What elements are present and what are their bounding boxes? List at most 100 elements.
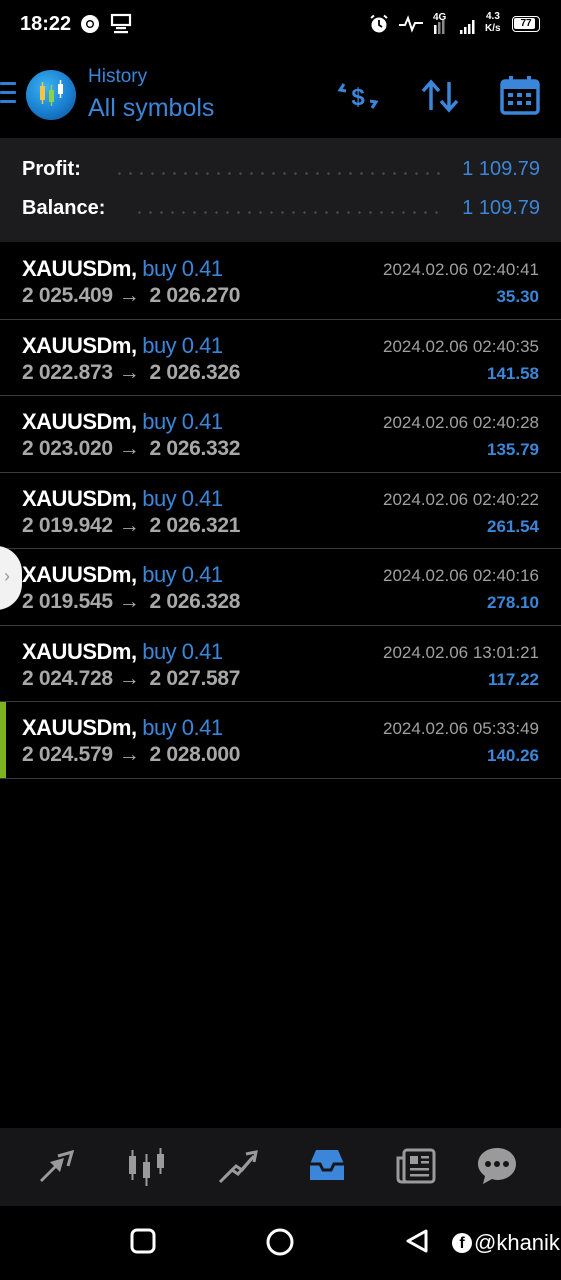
deal-symbol: XAUUSDm, — [22, 638, 137, 664]
deal-type: buy 0.41 — [142, 485, 223, 511]
deal-prices: 2 023.020 → 2 026.332 — [22, 437, 240, 461]
deal-type: buy 0.41 — [142, 638, 223, 664]
deal-open-price: 2 019.545 — [22, 590, 113, 613]
facebook-icon: f — [452, 1233, 472, 1253]
deal-close-price: 2 028.000 — [149, 743, 241, 766]
deal-type: buy 0.41 — [142, 715, 223, 740]
deal-profit: 135.79 — [487, 440, 539, 459]
deal-symbol: XAUUSDm, — [22, 409, 137, 434]
deal-type: buy 0.41 — [142, 562, 223, 587]
deal-open-price: 2 024.728 — [22, 666, 113, 690]
deal-symbol-line: XAUUSDm, buy 0.41 — [22, 486, 223, 512]
arrow-right-icon: → — [118, 590, 140, 613]
deal-time: 2024.02.06 13:01:21 — [383, 642, 539, 662]
calendar-icon[interactable] — [498, 74, 542, 118]
deal-row[interactable]: XAUUSDm, buy 0.41 2 023.020 → 2 026.332 2024… — [0, 396, 561, 473]
deal-close-price: 2 026.332 — [149, 437, 241, 460]
deal-row[interactable]: XAUUSDm, buy 0.41 2 019.942 → 2 026.321 2024… — [0, 473, 561, 549]
deal-close-price: 2 026.270 — [149, 284, 241, 307]
deal-prices: 2 025.409 → 2 026.270 — [22, 284, 240, 308]
chrome-icon — [81, 15, 99, 33]
deal-type: buy 0.41 — [142, 332, 223, 358]
status-time: 18:22 — [20, 13, 72, 35]
deal-symbol-line: XAUUSDm, buy 0.41 — [22, 409, 223, 435]
deal-symbol: XAUUSDm, — [22, 562, 137, 587]
deals-list: XAUUSDm, buy 0.41 2 025.409 → 2 026.270 2024… — [0, 243, 561, 779]
balance-row: Balance: 1 109.79 — [22, 197, 540, 227]
chart-icon[interactable] — [124, 1144, 170, 1188]
watermark: f @khanik — [452, 1230, 560, 1256]
deal-profit: 261.54 — [487, 516, 539, 536]
battery-icon: 77 — [512, 16, 540, 32]
signal-icon — [434, 20, 475, 34]
logo-chart-icon — [40, 80, 63, 106]
sort-icon[interactable] — [418, 74, 462, 118]
page-title[interactable]: All symbols — [88, 94, 214, 123]
deal-open-price: 2 019.942 — [22, 513, 113, 537]
svg-text:$: $ — [351, 84, 365, 111]
deal-type: buy 0.41 — [142, 409, 223, 434]
deal-close-price: 2 026.326 — [149, 360, 241, 384]
deal-close-price: 2 027.587 — [149, 666, 241, 690]
deal-row[interactable]: XAUUSDm, buy 0.41 2 024.579 → 2 028.000 2024… — [0, 702, 561, 779]
deal-symbol-line: XAUUSDm, buy 0.41 — [22, 333, 223, 359]
currency-filter-icon[interactable]: $ — [336, 74, 380, 118]
system-nav-bar: f @khanik — [0, 1206, 561, 1280]
profit-label: Profit: — [22, 158, 81, 180]
deal-open-price: 2 022.873 — [22, 360, 113, 384]
profit-value: 1 109.79 — [462, 158, 540, 180]
deal-prices: 2 019.545 → 2 026.328 — [22, 590, 240, 614]
arrow-right-icon: → — [118, 513, 140, 537]
deal-symbol-line: XAUUSDm, buy 0.41 — [22, 562, 223, 588]
quotes-icon[interactable] — [34, 1144, 80, 1188]
deal-open-price: 2 024.579 — [22, 743, 113, 766]
menu-icon[interactable] — [0, 82, 16, 106]
watermark-handle: @khanik — [474, 1230, 560, 1255]
deal-time: 2024.02.06 02:40:41 — [383, 260, 539, 279]
deal-prices: 2 024.579 → 2 028.000 — [22, 743, 240, 767]
deal-time: 2024.02.06 05:33:49 — [383, 719, 539, 738]
speed-unit: K/s — [485, 23, 501, 34]
deal-profit: 117.22 — [487, 669, 539, 689]
deal-row[interactable]: XAUUSDm, buy 0.41 2 022.873 → 2 026.326 2024… — [0, 320, 561, 396]
deal-prices: 2 022.873 → 2 026.326 — [22, 361, 240, 385]
arrow-right-icon: → — [118, 437, 140, 460]
back-icon[interactable] — [404, 1228, 430, 1254]
balance-value: 1 109.79 — [462, 197, 540, 219]
app-header: History All symbols $ — [0, 52, 561, 138]
deal-symbol-line: XAUUSDm, buy 0.41 — [22, 639, 223, 665]
deal-row[interactable]: XAUUSDm, buy 0.41 2 024.728 → 2 027.587 2024… — [0, 626, 561, 702]
deal-time: 2024.02.06 02:40:28 — [383, 413, 539, 432]
history-icon[interactable] — [304, 1144, 350, 1188]
deal-row[interactable]: XAUUSDm, buy 0.41 2 025.409 → 2 026.270 2024… — [0, 243, 561, 320]
trade-icon[interactable] — [214, 1144, 260, 1188]
deal-profit: 140.26 — [487, 746, 539, 765]
deal-time: 2024.02.06 02:40:16 — [383, 566, 539, 585]
arrow-right-icon: → — [118, 666, 140, 690]
home-icon[interactable] — [266, 1228, 294, 1256]
arrow-right-icon: → — [118, 284, 140, 307]
arrow-right-icon: → — [118, 360, 140, 384]
deal-row[interactable]: XAUUSDm, buy 0.41 2 019.545 → 2 026.328 2024… — [0, 549, 561, 626]
deal-time: 2024.02.06 02:40:22 — [383, 489, 539, 509]
cast-icon — [110, 13, 132, 34]
deal-profit: 278.10 — [487, 593, 539, 612]
recents-icon[interactable] — [130, 1228, 156, 1254]
balance-label: Balance: — [22, 197, 106, 219]
deal-close-price: 2 026.328 — [149, 590, 241, 613]
deal-symbol: XAUUSDm, — [22, 332, 137, 358]
deal-open-price: 2 025.409 — [22, 284, 113, 307]
deal-prices: 2 024.728 → 2 027.587 — [22, 667, 240, 691]
profit-row: Profit: 1 109.79 — [22, 158, 540, 188]
messages-icon[interactable] — [474, 1144, 520, 1188]
account-summary: Profit: 1 109.79 Balance: 1 109.79 — [0, 138, 561, 242]
battery-level: 77 — [520, 18, 532, 29]
deal-symbol: XAUUSDm, — [22, 256, 137, 281]
chevron-right-icon: › — [4, 566, 10, 586]
status-bar: 18:22 4G 4.3 K/s 77 — [0, 0, 561, 52]
deal-symbol: XAUUSDm, — [22, 715, 137, 740]
news-icon[interactable] — [394, 1144, 440, 1188]
app-logo — [26, 70, 76, 120]
deal-symbol: XAUUSDm, — [22, 485, 137, 511]
deal-profit: 141.58 — [487, 363, 539, 383]
